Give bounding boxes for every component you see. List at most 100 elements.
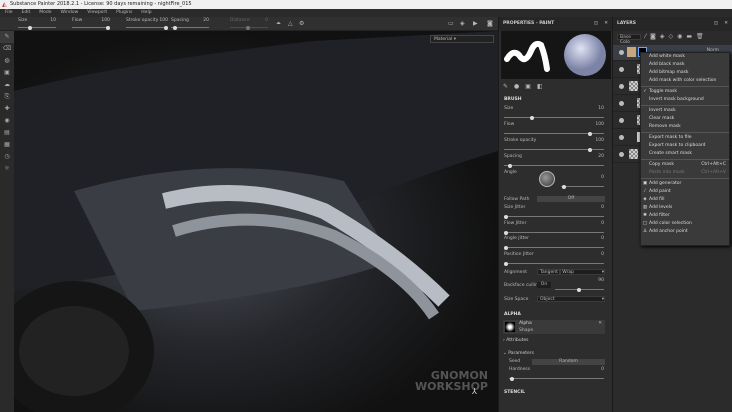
- tab-stencil-icon[interactable]: ▣: [525, 83, 531, 90]
- size-slider[interactable]: Size 10: [18, 18, 56, 30]
- menu-item-export-mask-to-clipboard[interactable]: Export mask to clipboard: [641, 142, 729, 150]
- visibility-icon[interactable]: [619, 152, 624, 157]
- menu-item-add-black-mask[interactable]: Add black mask: [641, 61, 729, 69]
- menu-item-invert-mask[interactable]: Invert mask: [641, 107, 729, 115]
- angle-jitter-slider[interactable]: Angle Jitter 0: [504, 236, 604, 250]
- distance-label: Distance: [230, 18, 250, 23]
- menu-item-add-fill[interactable]: ◈ Add fill: [641, 196, 729, 204]
- add-mask-icon[interactable]: ◙: [650, 33, 656, 40]
- flow-jitter-slider[interactable]: Flow Jitter 0: [504, 221, 604, 235]
- symmetry-icon[interactable]: ⏶: [276, 20, 281, 28]
- screenshot-icon[interactable]: ◙: [487, 20, 493, 27]
- brush-size-slider[interactable]: Size 10: [504, 106, 604, 120]
- smudge-icon[interactable]: ☁: [0, 79, 14, 91]
- menu-item-add-paint[interactable]: ⁄ Add paint: [641, 188, 729, 196]
- menu-item-remove-mask[interactable]: Remove mask: [641, 123, 729, 131]
- menu-item-add-levels[interactable]: ▥ Add levels: [641, 204, 729, 212]
- stroke-opacity-slider[interactable]: Stroke opacity 100: [126, 18, 168, 30]
- menu-edit[interactable]: Edit: [22, 9, 31, 17]
- brush-spacing-slider[interactable]: Spacing 20: [504, 154, 604, 168]
- bake-icon[interactable]: ◉: [0, 115, 14, 127]
- alignment-select[interactable]: Tangent | Wrap ▾: [537, 269, 605, 275]
- menu-viewport[interactable]: Viewport: [87, 9, 107, 17]
- size-jitter-slider[interactable]: Size Jitter 0: [504, 205, 604, 219]
- polygon-fill-icon[interactable]: ▣: [0, 67, 14, 79]
- tab-alpha-icon[interactable]: ◧: [537, 83, 543, 90]
- visibility-icon[interactable]: [619, 118, 624, 123]
- tab-material-icon[interactable]: ●: [514, 83, 519, 90]
- backface-toggle[interactable]: On: [537, 282, 551, 288]
- menu-mode[interactable]: Mode: [39, 9, 51, 17]
- float-panel-icon[interactable]: ◫: [714, 17, 718, 31]
- display-settings-icon[interactable]: ▭: [448, 20, 454, 27]
- menu-help[interactable]: Help: [141, 9, 151, 17]
- follow-path-toggle[interactable]: Off: [537, 196, 605, 202]
- shelf-icon[interactable]: ▦: [0, 139, 14, 151]
- menu-item-invert-mask-background[interactable]: Invert mask background: [641, 96, 729, 104]
- display-icon[interactable]: ☼: [0, 163, 14, 175]
- menu-file[interactable]: File: [5, 9, 13, 17]
- tab-brush-icon[interactable]: ✎: [503, 83, 508, 90]
- mirror-icon[interactable]: △: [288, 20, 293, 27]
- menu-window[interactable]: Window: [61, 9, 79, 17]
- channel-select[interactable]: Base Colo: [617, 34, 641, 45]
- menu-item-export-mask-to-file[interactable]: Export mask to file: [641, 134, 729, 142]
- add-folder-icon[interactable]: ▬: [686, 33, 692, 40]
- menu-item-add-bitmap-mask[interactable]: Add bitmap mask: [641, 69, 729, 77]
- menu-item-clear-mask[interactable]: Clear mask: [641, 115, 729, 123]
- add-effect-icon[interactable]: ⁄: [645, 33, 646, 40]
- add-layer-icon[interactable]: ◇: [668, 33, 673, 40]
- delete-layer-icon[interactable]: 🗑: [696, 33, 704, 40]
- clone-icon[interactable]: ⎘: [0, 91, 14, 103]
- 3d-viewport[interactable]: Material ▾ GNOMON WORKSHOP ⅄: [14, 31, 498, 412]
- visibility-icon[interactable]: [619, 67, 624, 72]
- menu-item-add-anchor-point[interactable]: ⚓ Add anchor point: [641, 228, 729, 236]
- menu-item-add-white-mask[interactable]: Add white mask: [641, 53, 729, 61]
- angle-slider[interactable]: 0: [561, 175, 604, 189]
- menu-item-add-mask-with-color-selection[interactable]: Add mask with color selection: [641, 77, 729, 85]
- material-picker-icon[interactable]: ✚: [0, 103, 14, 115]
- history-icon[interactable]: ◷: [0, 151, 14, 163]
- parameters-group[interactable]: ⌄ Parameters: [503, 351, 534, 356]
- angle-dial[interactable]: [539, 171, 555, 187]
- position-jitter-slider[interactable]: Position Jitter 0: [504, 252, 604, 266]
- brush-flow-slider[interactable]: Flow 100: [504, 122, 604, 136]
- visibility-icon[interactable]: [619, 50, 624, 55]
- add-fill-layer-icon[interactable]: ◈: [660, 33, 665, 40]
- alpha-resource[interactable]: Alpha Shape ✕: [503, 320, 605, 334]
- layers-icon[interactable]: ▤: [0, 127, 14, 139]
- backface-angle-slider[interactable]: 90: [555, 278, 604, 292]
- close-panel-icon[interactable]: ✕: [604, 17, 608, 31]
- visibility-icon[interactable]: [619, 101, 624, 106]
- menu-item-copy-mask[interactable]: Copy mask Ctrl+Alt+C: [641, 161, 729, 169]
- brush-stroke-opacity-slider[interactable]: Stroke opacity 100: [504, 138, 604, 152]
- float-panel-icon[interactable]: ◫: [594, 17, 598, 31]
- menu-plugins[interactable]: Plugins: [116, 9, 132, 17]
- distance-slider[interactable]: Distance 0: [230, 18, 268, 30]
- settings-icon[interactable]: ⚙: [299, 20, 304, 27]
- menu-item-add-color-selection[interactable]: □ Add color selection: [641, 220, 729, 228]
- menu-item-add-generator[interactable]: ▣ Add generator: [641, 180, 729, 188]
- remove-alpha-icon[interactable]: ✕: [598, 321, 602, 326]
- visibility-icon[interactable]: [619, 135, 624, 140]
- eraser-icon[interactable]: ⌫: [0, 43, 14, 55]
- paint-brush-icon[interactable]: ✎: [0, 31, 14, 43]
- menu-item-label: Create smart mask: [649, 151, 693, 156]
- flow-slider[interactable]: Flow 100: [72, 18, 110, 30]
- visibility-icon[interactable]: [619, 84, 624, 89]
- menu-item-paste-into-mask[interactable]: Paste into mask Ctrl+Alt+V: [641, 169, 729, 177]
- menu-item-add-filter[interactable]: ✱ Add filter: [641, 212, 729, 220]
- viewport-mode-select[interactable]: Material ▾: [430, 35, 494, 43]
- hardness-slider[interactable]: Hardness 0: [509, 367, 604, 381]
- menu-item-toggle-mask[interactable]: ✓ Toggle mask: [641, 88, 729, 96]
- close-panel-icon[interactable]: ✕: [724, 17, 728, 31]
- camera-icon[interactable]: ▶: [473, 20, 478, 27]
- projection-icon[interactable]: ◍: [0, 55, 14, 67]
- menu-item-create-smart-mask[interactable]: Create smart mask: [641, 150, 729, 158]
- render-icon[interactable]: ◈: [460, 20, 465, 27]
- spacing-slider[interactable]: Spacing 20: [171, 18, 209, 30]
- attributes-group[interactable]: › Attributes: [503, 338, 528, 343]
- seed-button[interactable]: Random: [532, 359, 605, 365]
- size-space-select[interactable]: Object ▾: [537, 296, 605, 302]
- add-smart-material-icon[interactable]: ◉: [677, 33, 682, 40]
